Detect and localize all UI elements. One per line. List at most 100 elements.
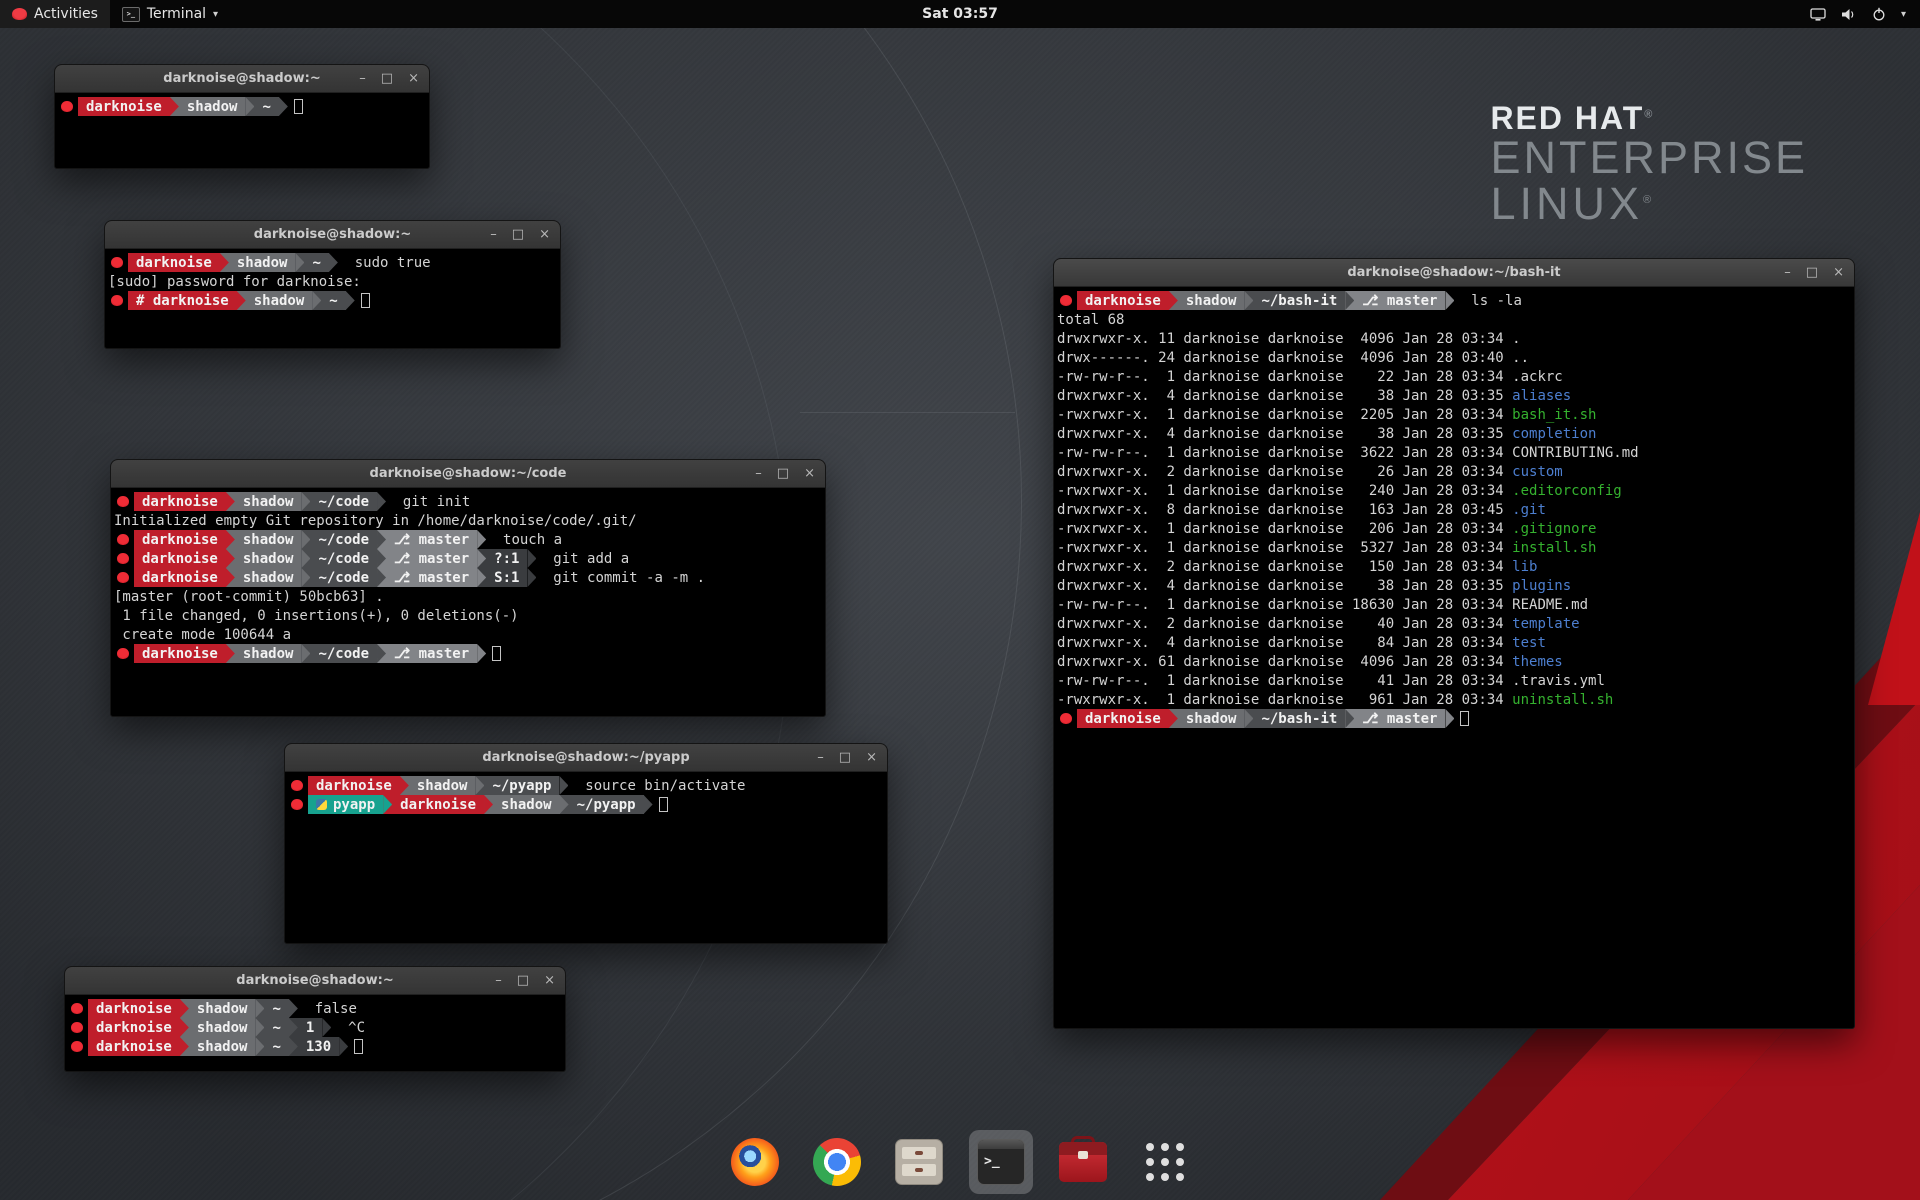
terminal-line: -rw-rw-r--. 1 darknoise darknoise 18630 …: [1057, 595, 1851, 614]
prompt-segment: darknoise: [88, 999, 180, 1018]
prompt-segment: ~: [254, 97, 278, 116]
terminal-text: ^C: [331, 1020, 365, 1036]
terminal-line: darknoiseshadow~/code⎇ masterS:1 git com…: [114, 568, 822, 587]
dock-item-firefox[interactable]: [723, 1130, 787, 1194]
minimize-button[interactable]: –: [755, 467, 762, 480]
terminal-window-bash-it[interactable]: darknoise@shadow:~/bash-it – □ × darknoisesh…: [1053, 258, 1855, 1029]
terminal-text: .editorconfig: [1512, 483, 1622, 499]
maximize-button[interactable]: □: [517, 974, 529, 987]
redhat-prompt-icon: [291, 799, 303, 810]
minimize-button[interactable]: –: [495, 974, 502, 987]
terminal-line: drwxrwxr-x. 4 darknoise darknoise 38 Jan…: [1057, 424, 1851, 443]
titlebar[interactable]: darknoise@shadow:~/bash-it – □ ×: [1054, 259, 1854, 287]
terminal-line: darknoiseshadow~ sudo true: [108, 253, 557, 272]
terminal-window-home-1[interactable]: darknoise@shadow:~–□×darknoiseshadow~: [54, 64, 430, 169]
titlebar[interactable]: darknoise@shadow:~–□×: [65, 967, 565, 995]
terminal-text: -rw-rw-r--. 1 darknoise darknoise 18630 …: [1057, 597, 1512, 613]
dock-item-toolbox[interactable]: [1051, 1130, 1115, 1194]
prompt-segment: shadow: [235, 644, 302, 663]
terminal-text: -rw-rw-r--. 1 darknoise darknoise 3622 J…: [1057, 445, 1512, 461]
terminal-line: 1 file changed, 0 insertions(+), 0 delet…: [114, 606, 822, 625]
terminal-text: custom: [1512, 464, 1563, 480]
prompt-segment: darknoise: [1077, 291, 1169, 310]
terminal-text: touch a: [486, 532, 562, 548]
dock-item-terminal[interactable]: >_: [969, 1130, 1033, 1194]
drawer-shape: [902, 1164, 936, 1176]
maximize-button[interactable]: □: [839, 751, 851, 764]
terminal-content[interactable]: darknoiseshadow~ sudo true[sudo] passwor…: [105, 249, 560, 314]
close-button[interactable]: ×: [544, 974, 555, 987]
terminal-content[interactable]: darknoiseshadow~/pyapp source bin/activa…: [285, 772, 887, 818]
terminal-line: darknoiseshadow~/code⎇ master?:1 git add…: [114, 549, 822, 568]
redhat-prompt-icon: [61, 101, 73, 112]
terminal-text: git add a: [536, 551, 629, 567]
minimize-button[interactable]: –: [490, 228, 497, 241]
terminal-text: -rwxrwxr-x. 1 darknoise darknoise 2205 J…: [1057, 407, 1512, 423]
titlebar[interactable]: darknoise@shadow:~/pyapp–□×: [285, 744, 887, 772]
powerline-separator: [329, 253, 338, 272]
close-button[interactable]: ×: [866, 751, 877, 764]
power-icon[interactable]: [1872, 7, 1886, 21]
terminal-line: darknoiseshadow~/bash-it⎇ master: [1057, 709, 1851, 728]
terminal-text: source bin/activate: [568, 778, 745, 794]
powerline-separator: [226, 568, 235, 587]
powerline-separator: [1169, 291, 1178, 310]
redhat-prompt-icon: [117, 534, 129, 545]
terminal-content[interactable]: darknoiseshadow~/bash-it⎇ master ls -lat…: [1054, 287, 1854, 732]
titlebar[interactable]: darknoise@shadow:~–□×: [105, 221, 560, 249]
powerline-separator: [312, 291, 321, 310]
titlebar[interactable]: darknoise@shadow:~/code – □ ×: [111, 460, 825, 488]
close-button[interactable]: ×: [408, 72, 419, 85]
terminal-window-pyapp[interactable]: darknoise@shadow:~/pyapp–□×darknoiseshad…: [284, 743, 888, 944]
close-button[interactable]: ×: [804, 467, 815, 480]
terminal-text: CONTRIBUTING.md: [1512, 445, 1638, 461]
terminal-window-code[interactable]: darknoise@shadow:~/code – □ × darknoiseshado…: [110, 459, 826, 717]
prompt-segment: shadow: [189, 1037, 256, 1056]
terminal-window-exitcodes[interactable]: darknoise@shadow:~–□×darknoiseshadow~ fa…: [64, 966, 566, 1072]
activities-button[interactable]: Activities: [0, 0, 110, 28]
powerline-separator: [289, 999, 298, 1018]
powerline-separator: [1244, 709, 1253, 728]
prompt-segment: ~: [264, 1037, 288, 1056]
terminal-content[interactable]: darknoiseshadow~/code git initInitialize…: [111, 488, 825, 667]
titlebar[interactable]: darknoise@shadow:~–□×: [55, 65, 429, 93]
maximize-button[interactable]: □: [1806, 266, 1818, 279]
redhat-prompt-icon: [1060, 295, 1072, 306]
clock[interactable]: Sat 03:57: [922, 6, 998, 22]
window-title: darknoise@shadow:~/code: [370, 466, 567, 481]
maximize-button[interactable]: □: [381, 72, 393, 85]
powerline-separator: [255, 1018, 264, 1037]
terminal-content[interactable]: darknoiseshadow~: [55, 93, 429, 120]
close-button[interactable]: ×: [1833, 266, 1844, 279]
app-grid-icon: [1146, 1143, 1184, 1181]
terminal-text: .travis.yml: [1512, 673, 1605, 689]
terminal-window-sudo[interactable]: darknoise@shadow:~–□×darknoiseshadow~ su…: [104, 220, 561, 349]
chevron-down-icon[interactable]: ▾: [1901, 9, 1906, 20]
terminal-text: .git: [1512, 502, 1546, 518]
prompt-segment: S:1: [486, 568, 527, 587]
prompt-segment: ~: [264, 1018, 288, 1037]
terminal-text: -rwxrwxr-x. 1 darknoise darknoise 206 Ja…: [1057, 521, 1512, 537]
maximize-button[interactable]: □: [512, 228, 524, 241]
dock-item-app-grid[interactable]: [1133, 1130, 1197, 1194]
prompt-segment: shadow: [235, 492, 302, 511]
app-menu-terminal[interactable]: >_ Terminal ▾: [110, 0, 230, 28]
minimize-button[interactable]: –: [817, 751, 824, 764]
minimize-button[interactable]: –: [1784, 266, 1791, 279]
terminal-text: test: [1512, 635, 1546, 651]
close-button[interactable]: ×: [539, 228, 550, 241]
dock-item-chrome[interactable]: [805, 1130, 869, 1194]
prompt-segment: darknoise: [88, 1018, 180, 1037]
powerline-separator: [383, 795, 392, 814]
display-icon[interactable]: [1810, 8, 1826, 21]
maximize-button[interactable]: □: [777, 467, 789, 480]
powerline-separator: [226, 644, 235, 663]
terminal-text: -rw-rw-r--. 1 darknoise darknoise 22 Jan…: [1057, 369, 1512, 385]
minimize-button[interactable]: –: [359, 72, 366, 85]
prompt-segment: ?:1: [486, 549, 527, 568]
volume-icon[interactable]: [1841, 8, 1857, 21]
window-title: darknoise@shadow:~/bash-it: [1347, 265, 1560, 280]
dock-item-files[interactable]: [887, 1130, 951, 1194]
terminal-content[interactable]: darknoiseshadow~ falsedarknoiseshadow~1 …: [65, 995, 565, 1060]
powerline-separator: [301, 644, 310, 663]
